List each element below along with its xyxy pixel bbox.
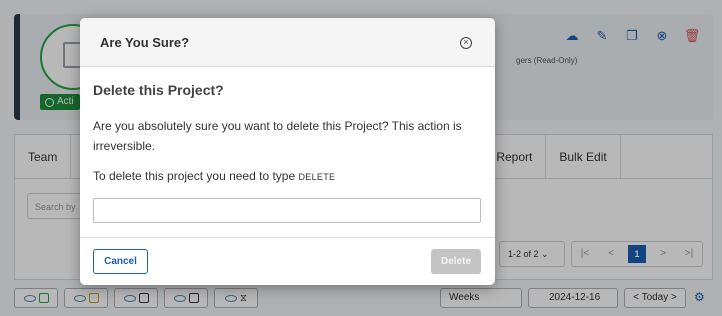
confirm-delete-modal: Are You Sure? × Delete this Project? Are…: [80, 18, 495, 285]
instruction-text: To delete this project you need to type: [93, 169, 296, 183]
modal-title: Are You Sure?: [100, 35, 190, 50]
close-icon[interactable]: ×: [460, 37, 472, 49]
modal-header: Are You Sure? ×: [80, 18, 495, 67]
cancel-button[interactable]: Cancel: [93, 249, 148, 274]
modal-description: Are you absolutely sure you want to dele…: [93, 119, 462, 153]
confirm-instruction: To delete this project you need to type …: [93, 169, 335, 183]
modal-heading: Delete this Project?: [93, 82, 224, 98]
modal-footer: Cancel Delete: [80, 237, 495, 285]
modal-body: Delete this Project? Are you absolutely …: [80, 67, 495, 237]
confirm-text-input[interactable]: [93, 198, 481, 223]
delete-button[interactable]: Delete: [431, 249, 481, 274]
instruction-keyword: DELETE: [298, 172, 336, 182]
